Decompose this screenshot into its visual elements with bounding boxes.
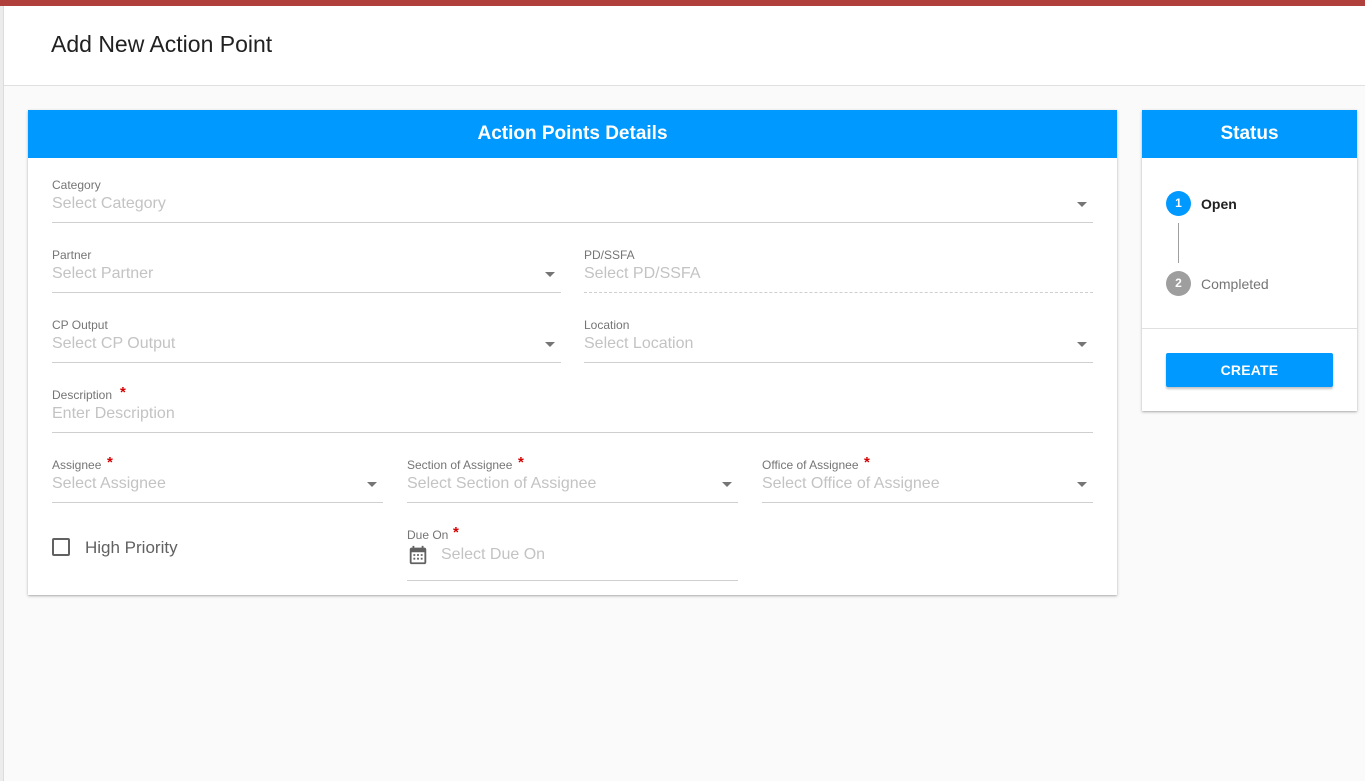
office-placeholder: Select Office of Assignee (762, 475, 940, 492)
required-asterisk: * (120, 384, 126, 401)
left-sidebar-edge (0, 6, 4, 781)
location-placeholder: Select Location (584, 335, 694, 352)
step-number-badge: 2 (1166, 271, 1191, 296)
step-number-badge: 1 (1166, 191, 1191, 216)
status-card: Status 1 Open 2 Completed CREATE (1142, 110, 1357, 411)
required-asterisk: * (107, 454, 113, 471)
partner-label: Partner (52, 248, 92, 262)
category-placeholder: Select Category (52, 195, 166, 212)
description-input[interactable]: Description * Enter Description (52, 384, 1093, 434)
cp-output-dropdown[interactable]: CP Output Select CP Output (52, 318, 561, 364)
due-on-datepicker[interactable]: Due On * Select Due On (407, 524, 738, 581)
assignee-placeholder: Select Assignee (52, 475, 166, 492)
status-divider (1142, 328, 1357, 329)
location-label: Location (584, 318, 630, 332)
office-label: Office of Assignee (762, 458, 859, 472)
chevron-down-icon (545, 342, 555, 347)
category-label: Category (52, 178, 101, 192)
step-label: Completed (1201, 276, 1269, 292)
required-asterisk: * (518, 454, 524, 471)
section-underline (407, 502, 738, 503)
cp-output-placeholder: Select CP Output (52, 335, 176, 352)
partner-placeholder: Select Partner (52, 265, 154, 282)
page-header: Add New Action Point (4, 6, 1365, 86)
assignee-underline (52, 502, 383, 503)
high-priority-label[interactable]: High Priority (85, 538, 178, 558)
category-dropdown[interactable]: Category Select Category (52, 178, 1093, 224)
step-label: Open (1201, 196, 1237, 212)
due-on-underline (407, 580, 738, 581)
high-priority-checkbox[interactable] (52, 538, 70, 556)
due-on-placeholder: Select Due On (441, 546, 546, 563)
pd-ssfa-underline (584, 292, 1093, 293)
required-asterisk: * (453, 524, 459, 541)
chevron-down-icon (545, 272, 555, 277)
description-underline (52, 432, 1093, 433)
description-placeholder: Enter Description (52, 405, 175, 422)
details-card-header: Action Points Details (28, 110, 1117, 158)
calendar-icon[interactable] (407, 544, 429, 566)
assignee-dropdown[interactable]: Assignee * Select Assignee (52, 454, 383, 504)
chevron-down-icon (1077, 202, 1087, 207)
location-dropdown[interactable]: Location Select Location (584, 318, 1093, 364)
chevron-down-icon (367, 482, 377, 487)
due-on-label: Due On (407, 528, 449, 542)
chevron-down-icon (1077, 342, 1087, 347)
pd-ssfa-label: PD/SSFA (584, 248, 635, 262)
cp-output-label: CP Output (52, 318, 108, 332)
chevron-down-icon (1077, 482, 1087, 487)
partner-dropdown[interactable]: Partner Select Partner (52, 248, 561, 294)
required-asterisk: * (864, 454, 870, 471)
pd-ssfa-placeholder: Select PD/SSFA (584, 265, 701, 282)
assignee-label: Assignee (52, 458, 102, 472)
category-underline (52, 222, 1093, 223)
section-of-assignee-dropdown[interactable]: Section of Assignee * Select Section of … (407, 454, 738, 504)
step-connector (1178, 223, 1179, 263)
status-card-header: Status (1142, 110, 1357, 158)
description-label: Description (52, 388, 113, 402)
create-button[interactable]: CREATE (1166, 353, 1333, 387)
section-label: Section of Assignee (407, 458, 513, 472)
partner-underline (52, 292, 561, 293)
page-title: Add New Action Point (51, 31, 273, 57)
location-underline (584, 362, 1093, 363)
chevron-down-icon (722, 482, 732, 487)
office-of-assignee-dropdown[interactable]: Office of Assignee * Select Office of As… (762, 454, 1093, 504)
office-underline (762, 502, 1093, 503)
action-points-details-card: Action Points Details Category Select Ca… (28, 110, 1117, 595)
pd-ssfa-dropdown: PD/SSFA Select PD/SSFA (584, 248, 1093, 294)
section-placeholder: Select Section of Assignee (407, 475, 597, 492)
cp-output-underline (52, 362, 561, 363)
